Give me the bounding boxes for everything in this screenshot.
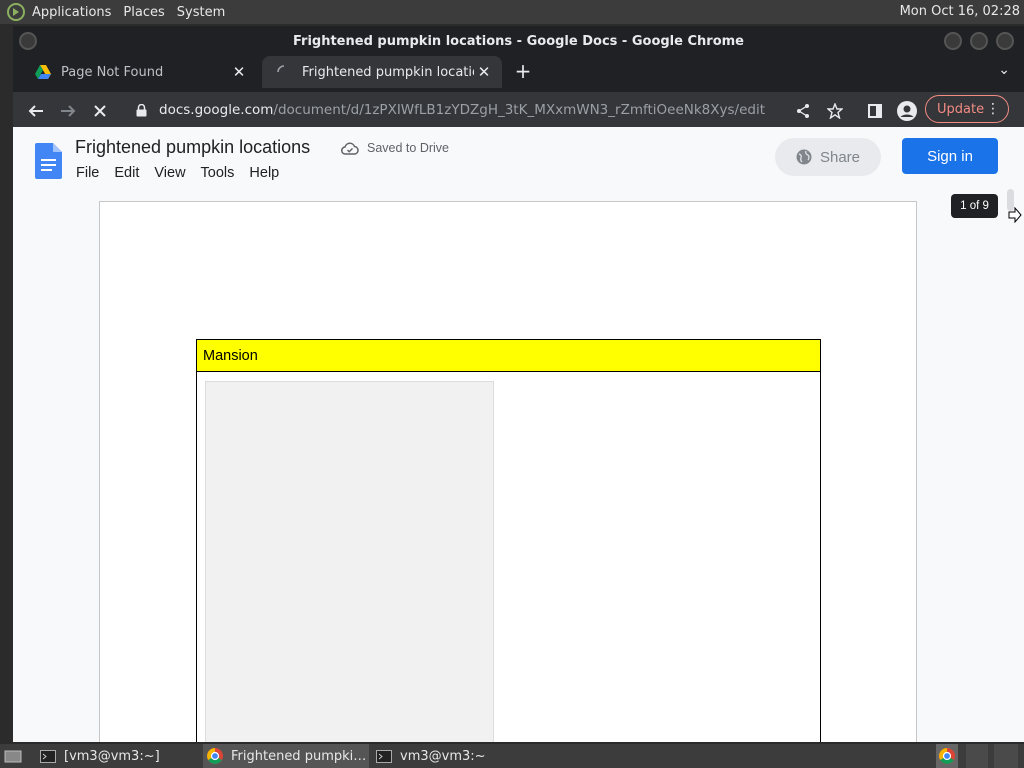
forward-icon[interactable] [57,100,79,122]
close-window-icon[interactable] [996,32,1014,50]
update-label: Update [937,101,985,117]
table-header-cell[interactable]: Mansion [197,340,820,372]
chrome-icon [207,748,223,764]
taskbar-item-label: Frightened pumpki… [231,748,367,764]
system-menu[interactable]: System [171,5,231,20]
window-titlebar[interactable]: Frightened pumpkin locations - Google Do… [13,26,1024,56]
browser-toolbar: docs.google.com/document/d/1zPXIWfLB1zYD… [13,92,1024,128]
terminal-icon [40,749,56,763]
taskbar-item-label: vm3@vm3:~ [400,748,486,764]
kebab-menu-icon[interactable]: ⋮ [986,100,1000,118]
share-page-icon[interactable] [792,100,814,122]
page-counter-badge: 1 of 9 [951,194,998,218]
show-desktop-icon[interactable] [4,744,22,768]
google-docs-page: Frightened pumpkin locations Saved to Dr… [13,127,1024,742]
saved-status-label: Saved to Drive [367,141,449,155]
menu-edit[interactable]: Edit [114,165,139,181]
side-panel-icon[interactable] [864,100,886,122]
taskbar-item-chrome[interactable]: Frightened pumpki… [203,744,369,768]
new-tab-button[interactable]: + [513,60,533,84]
menu-file[interactable]: File [76,165,99,181]
stop-loading-icon[interactable] [89,100,111,122]
terminal-icon [376,749,392,763]
close-tab-icon[interactable]: ✕ [474,63,494,81]
workspace-switcher-chrome-icon[interactable] [936,744,958,768]
distro-logo-icon[interactable] [6,2,26,22]
google-docs-logo-icon[interactable] [35,143,62,183]
taskbar-item-label: [vm3@vm3:~] [64,748,160,764]
taskbar: [vm3@vm3:~] Frightened pumpki… vm3@vm3:~ [0,744,1024,768]
menu-help[interactable]: Help [249,165,279,181]
cloud-saved-icon [341,142,359,155]
tab-label: Frightened pumpkin locations [302,64,474,80]
share-button[interactable]: Share [775,138,881,176]
taskbar-item-terminal-2[interactable]: vm3@vm3:~ [376,744,526,768]
share-label: Share [819,148,861,166]
docs-menubar: File Edit View Tools Help [76,165,294,181]
document-title[interactable]: Frightened pumpkin locations [75,137,310,158]
location-table: Mansion [196,339,821,742]
mouse-cursor-icon [1008,207,1022,223]
tab-frightened-pumpkin[interactable]: Frightened pumpkin locations ✕ [262,56,502,88]
top-panel: Applications Places System Mon Oct 16, 0… [0,0,1024,24]
applications-menu[interactable]: Applications [26,5,117,20]
window-title: Frightened pumpkin locations - Google Do… [292,33,744,49]
image-placeholder[interactable] [205,381,494,742]
taskbar-item-terminal-1[interactable]: [vm3@vm3:~] [40,744,196,768]
docs-header: Frightened pumpkin locations Saved to Dr… [13,127,1024,199]
tab-label: Page Not Found [61,64,164,80]
tab-search-chevron-icon[interactable]: ⌄ [998,62,1010,78]
profile-avatar-icon[interactable] [896,100,918,122]
window-menu-icon[interactable] [19,32,37,50]
document-page[interactable]: Mansion [99,201,917,742]
clock[interactable]: Mon Oct 16, 02:28 [900,4,1020,19]
workspace-2[interactable] [966,744,988,768]
tab-strip: Page Not Found ✕ Frightened pumpkin loca… [13,56,1024,92]
places-menu[interactable]: Places [117,5,170,20]
lock-icon[interactable] [133,103,149,117]
google-drive-icon [35,64,51,80]
menu-view[interactable]: View [154,165,185,181]
update-button[interactable]: Update ⋮ [925,95,1009,123]
minimize-icon[interactable] [944,32,962,50]
back-icon[interactable] [25,100,47,122]
save-status: Saved to Drive [341,141,449,155]
sign-in-button[interactable]: Sign in [902,138,998,174]
bookmark-star-icon[interactable] [824,100,846,122]
loading-spinner-icon [276,64,292,80]
url-host: docs.google.com [159,102,274,118]
menu-tools[interactable]: Tools [201,165,235,181]
globe-icon [796,149,812,165]
maximize-icon[interactable] [970,32,988,50]
close-tab-icon[interactable]: ✕ [229,63,249,81]
tab-page-not-found[interactable]: Page Not Found ✕ [21,56,257,88]
chrome-window: Frightened pumpkin locations - Google Do… [13,26,1024,742]
workspace-3[interactable] [994,744,1018,768]
url-path: /document/d/1zPXIWfLB1zYDZgH_3tK_MXxmWN3… [273,102,766,118]
